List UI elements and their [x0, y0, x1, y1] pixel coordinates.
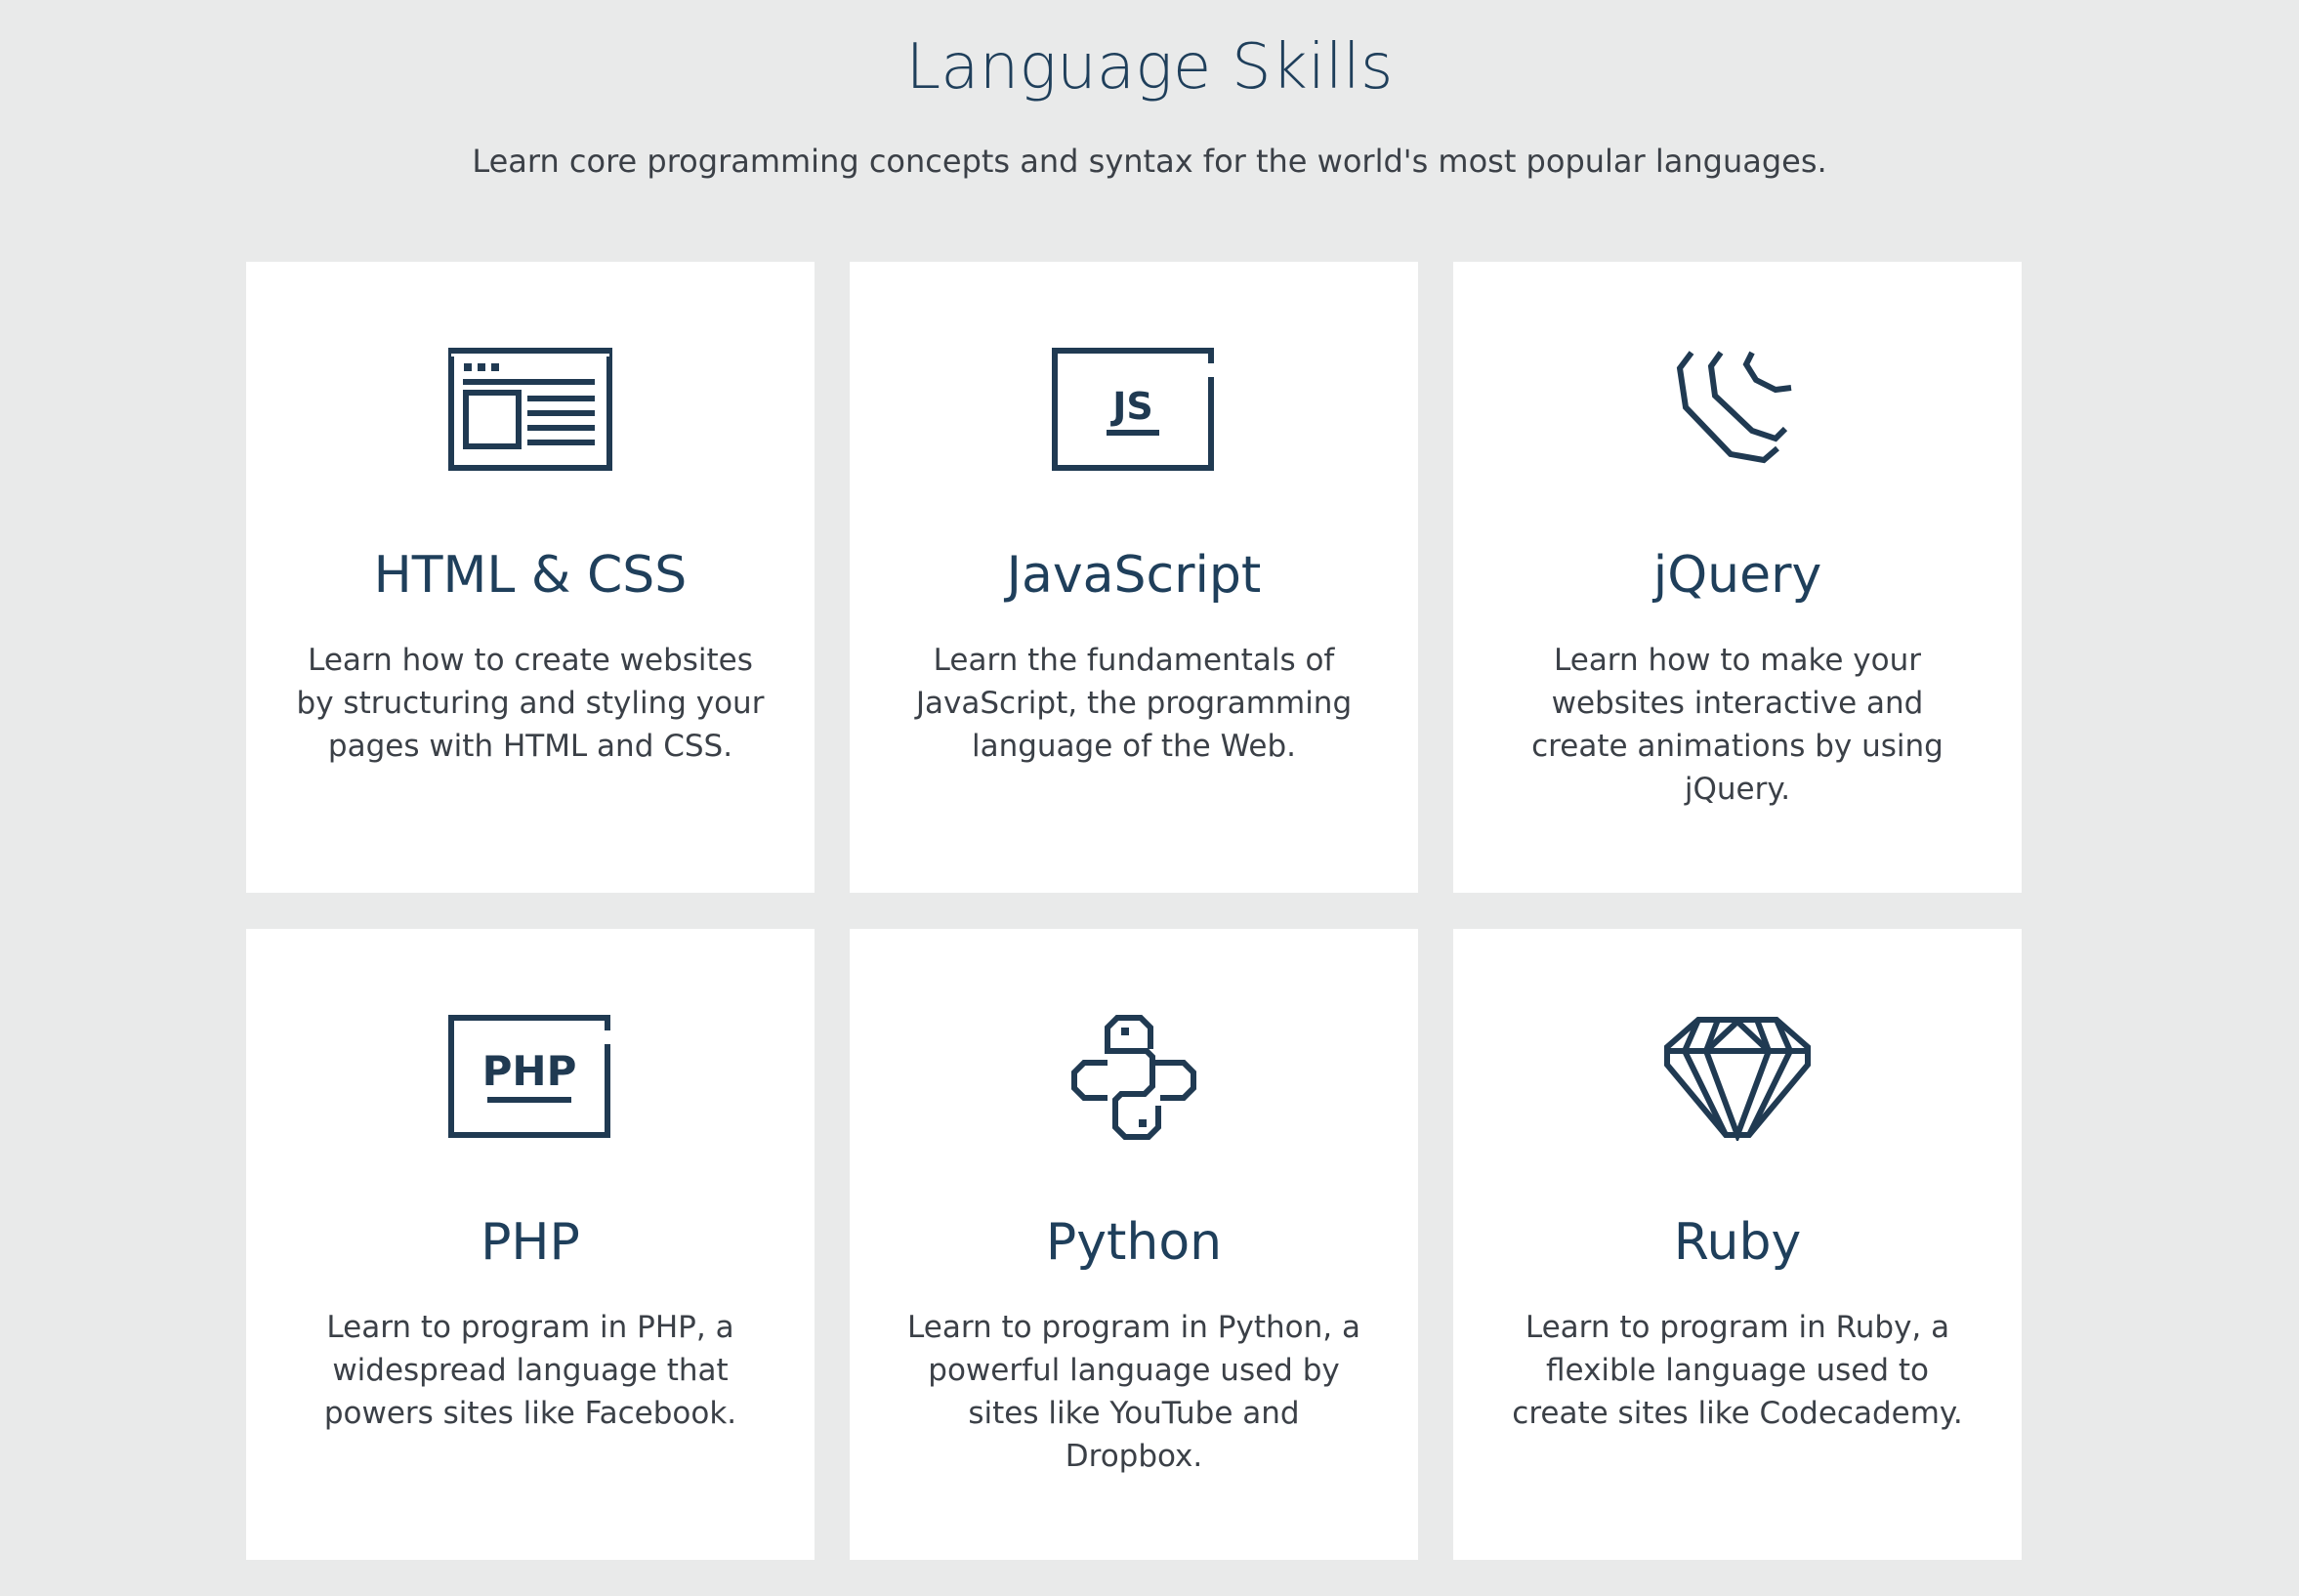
card-title[interactable]: Python	[850, 1208, 1418, 1277]
card-title[interactable]: Ruby	[1453, 1208, 2022, 1277]
browser-window-icon	[246, 346, 815, 475]
language-cards-grid: HTML & CSS Learn how to create websites …	[246, 262, 2022, 1563]
jquery-card[interactable]: jQuery Learn how to make your websites i…	[1453, 262, 2022, 893]
ruby-gem-icon	[1453, 1013, 2022, 1142]
card-description: Learn how to create websites by structur…	[296, 643, 765, 764]
javascript-card[interactable]: JS JavaScript Learn the fundamentals of …	[850, 262, 1418, 893]
card-description: Learn to program in Ruby, a flexible lan…	[1512, 1310, 1963, 1431]
html-css-card[interactable]: HTML & CSS Learn how to create websites …	[246, 262, 815, 893]
php-card[interactable]: PHP PHP Learn to program in PHP, a wides…	[246, 929, 815, 1560]
ruby-card[interactable]: Ruby Learn to program in Ruby, a flexibl…	[1453, 929, 2022, 1560]
card-description: Learn to program in PHP, a widespread la…	[323, 1310, 737, 1431]
js-window-icon: JS	[850, 346, 1418, 475]
python-card[interactable]: Python Learn to program in Python, a pow…	[850, 929, 1418, 1560]
page-subtitle: Learn core programming concepts and synt…	[472, 143, 1827, 180]
card-title[interactable]: JavaScript	[850, 541, 1418, 609]
page-title: Language Skills	[905, 31, 1394, 104]
card-title[interactable]: jQuery	[1453, 541, 2022, 609]
python-icon	[850, 1013, 1418, 1142]
card-description: Learn how to make your websites interact…	[1531, 643, 1944, 807]
card-description: Learn to program in Python, a powerful l…	[907, 1310, 1360, 1474]
php-label: PHP	[482, 1047, 577, 1095]
card-title[interactable]: HTML & CSS	[246, 541, 815, 609]
js-label: JS	[1109, 385, 1153, 428]
php-window-icon: PHP	[246, 1013, 815, 1142]
card-description: Learn the fundamentals of JavaScript, th…	[915, 643, 1353, 764]
card-title[interactable]: PHP	[246, 1208, 815, 1277]
jquery-icon	[1453, 346, 2022, 475]
